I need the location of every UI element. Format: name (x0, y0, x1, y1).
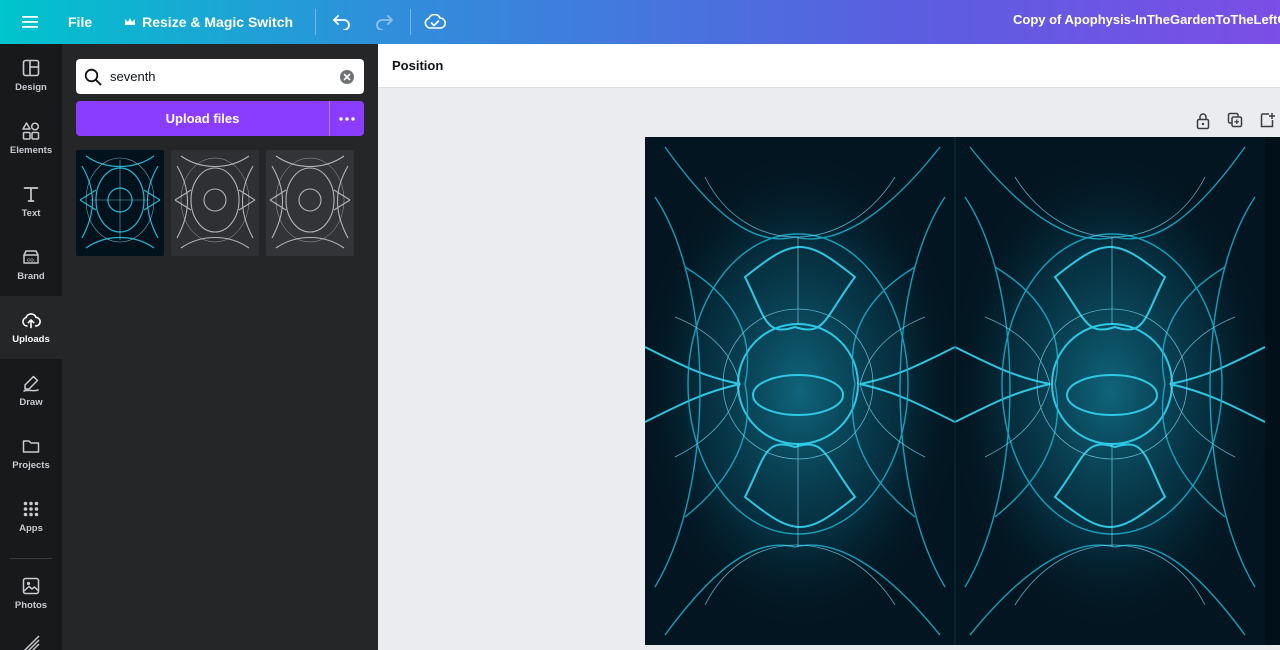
text-icon (23, 187, 39, 202)
save-status-button[interactable] (419, 6, 451, 38)
more-horizontal-icon (339, 116, 355, 121)
duplicate-page-button[interactable] (1227, 112, 1245, 130)
duplicate-icon (1227, 112, 1243, 128)
cloud-check-icon (424, 14, 447, 29)
thumbnail-grey-fractal-1[interactable] (171, 150, 259, 256)
add-page-button[interactable] (1260, 112, 1278, 130)
left-rail: Design Elements Text CO. Brand Uploads D… (0, 44, 62, 650)
undo-icon (333, 15, 350, 30)
svg-text:CO.: CO. (27, 258, 35, 263)
redo-icon (376, 15, 393, 30)
toolbar-divider (410, 9, 412, 35)
rail-label: Design (15, 82, 47, 93)
lock-page-button[interactable] (1195, 112, 1213, 130)
lock-icon (1196, 113, 1210, 130)
rail-label: Draw (19, 397, 43, 408)
undo-button[interactable] (326, 6, 358, 38)
rail-label: Elements (9, 145, 53, 156)
rail-item-design[interactable]: Design (0, 44, 62, 107)
search-icon (76, 68, 110, 86)
redo-button[interactable] (368, 6, 400, 38)
draw-icon (23, 375, 39, 392)
fractal-artwork (645, 137, 1280, 645)
rail-item-text[interactable]: Text (0, 170, 62, 233)
rail-label: Projects (12, 460, 50, 471)
design-icon (22, 59, 40, 77)
menu-button[interactable] (0, 0, 60, 44)
search-input[interactable]: seventh (76, 59, 364, 94)
rail-label: Photos (14, 600, 48, 611)
crown-icon (125, 18, 136, 25)
thumbnail-grey-fractal-2[interactable] (266, 150, 354, 256)
upload-files-group: Upload files (76, 101, 364, 136)
rail-label: Brand (17, 271, 45, 282)
rail-item-uploads[interactable]: Uploads (0, 296, 62, 359)
resize-label: Resize & Magic Switch (142, 14, 294, 30)
rail-label: Apps (19, 523, 43, 534)
file-menu-button[interactable]: File (68, 14, 92, 30)
toolbar-divider (315, 9, 317, 35)
rail-item-elements[interactable]: Elements (0, 107, 62, 170)
resize-magic-switch-button[interactable]: Resize & Magic Switch (124, 14, 293, 30)
rail-item-brand[interactable]: CO. Brand (0, 233, 62, 296)
upload-files-button[interactable]: Upload files (76, 101, 329, 136)
position-button[interactable]: Position (392, 44, 443, 88)
add-page-icon (1260, 113, 1275, 128)
rail-item-projects[interactable]: Projects (0, 422, 62, 485)
uploads-panel: seventh Upload files (62, 44, 378, 650)
rail-label: Text (21, 208, 41, 219)
elements-icon (22, 122, 40, 140)
upload-more-options-button[interactable] (329, 101, 364, 136)
rail-label: Uploads (12, 334, 50, 345)
thumbnail-cyan-fractal[interactable] (76, 150, 164, 256)
rail-item-photos[interactable]: Photos (0, 562, 62, 625)
upload-cloud-icon (22, 313, 41, 329)
rail-item-apps[interactable]: Apps (0, 485, 62, 548)
search-value[interactable]: seventh (110, 69, 330, 84)
document-title[interactable]: Copy of Apophysis-InTheGardenToTheLeftOf (1013, 0, 1280, 44)
hamburger-icon (22, 16, 38, 28)
apps-grid-icon (23, 501, 39, 517)
clear-icon (340, 69, 354, 84)
clear-search-button[interactable] (330, 69, 364, 85)
folder-icon (22, 440, 40, 453)
brand-icon: CO. (23, 250, 39, 264)
rail-divider (10, 558, 52, 559)
rail-item-more[interactable] (0, 634, 62, 650)
stripes-icon (23, 635, 40, 650)
editor-toolbar: Position (378, 44, 1280, 88)
canvas-artwork-image[interactable] (645, 137, 1280, 645)
top-bar: File Resize & Magic Switch Copy of Apoph… (0, 0, 1280, 44)
rail-item-draw[interactable]: Draw (0, 359, 62, 422)
photo-icon (22, 577, 40, 595)
